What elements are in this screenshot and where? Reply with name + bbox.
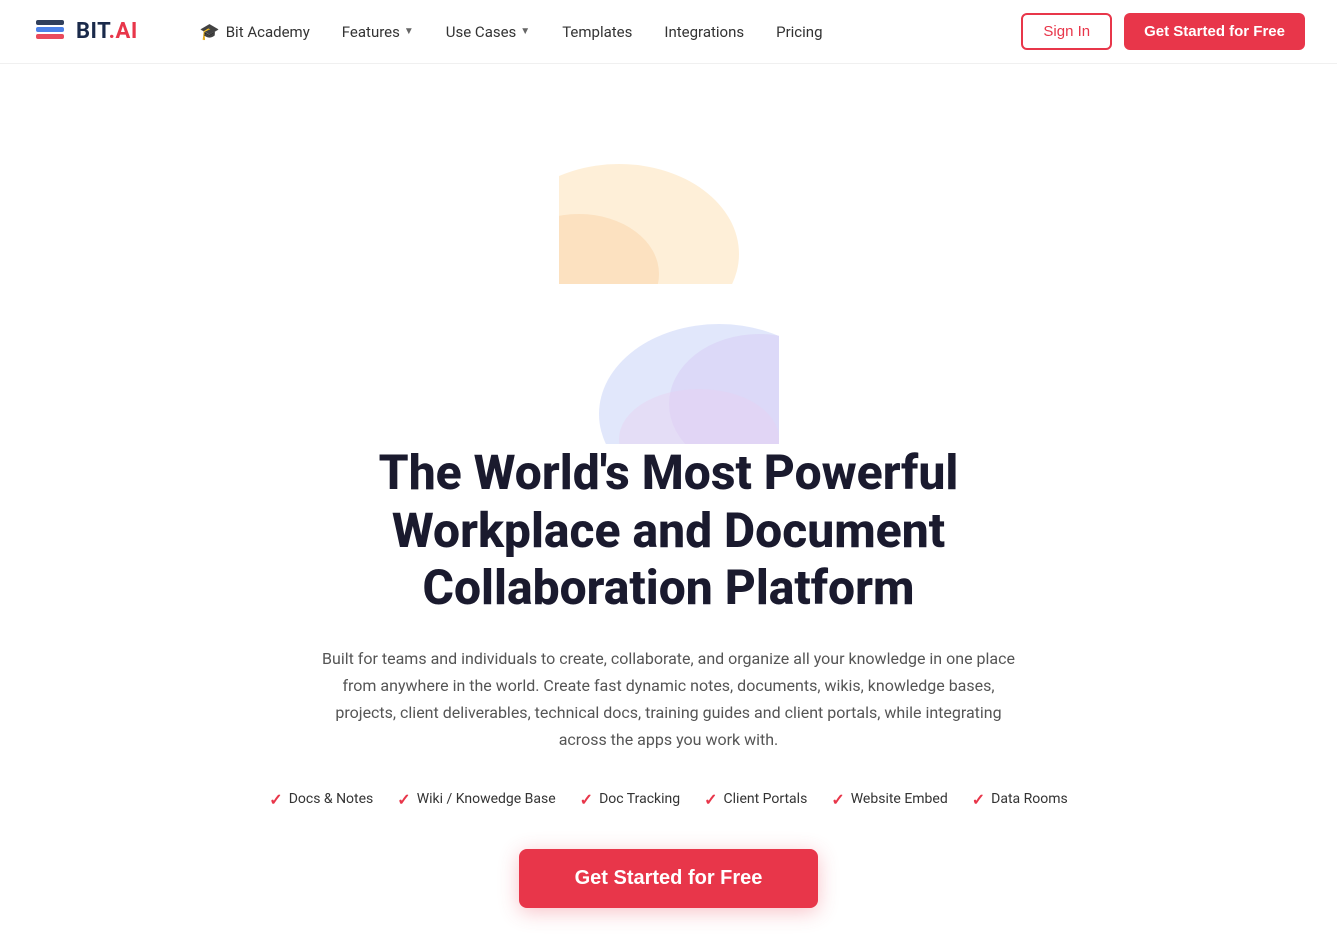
- hero-cta-button[interactable]: Get Started for Free: [519, 849, 819, 908]
- feature-check-item: ✓ Data Rooms: [972, 790, 1068, 809]
- nav-pricing[interactable]: Pricing: [762, 15, 836, 49]
- hero-section: The World's Most Powerful Workplace and …: [0, 64, 1337, 948]
- feature-check-item: ✓ Wiki / Knowedge Base: [397, 790, 555, 809]
- nav-links: 🎓 Bit Academy Features ▼ Use Cases ▼ Tem…: [186, 14, 1022, 49]
- hero-subtitle: Built for teams and individuals to creat…: [319, 645, 1019, 754]
- feature-check-label: Data Rooms: [991, 791, 1068, 807]
- nav-features[interactable]: Features ▼: [328, 15, 428, 49]
- logo-text: BIT.AI: [76, 19, 138, 44]
- nav-templates[interactable]: Templates: [548, 15, 646, 49]
- bg-decoration-left: [559, 124, 779, 284]
- checkmark-icon: ✓: [269, 790, 282, 809]
- nav-integrations[interactable]: Integrations: [650, 15, 758, 49]
- nav-actions: Sign In Get Started for Free: [1021, 13, 1305, 50]
- feature-check-item: ✓ Docs & Notes: [269, 790, 373, 809]
- feature-checks-list: ✓ Docs & Notes ✓ Wiki / Knowedge Base ✓ Doc T…: [269, 790, 1067, 809]
- checkmark-icon: ✓: [580, 790, 593, 809]
- checkmark-icon: ✓: [704, 790, 717, 809]
- signup-button[interactable]: Get Started for Free: [1124, 13, 1305, 50]
- nav-academy[interactable]: 🎓 Bit Academy: [186, 14, 324, 49]
- hero-title: The World's Most Powerful Workplace and …: [269, 444, 1069, 617]
- feature-check-item: ✓ Website Embed: [831, 790, 947, 809]
- checkmark-icon: ✓: [831, 790, 844, 809]
- feature-check-item: ✓ Client Portals: [704, 790, 807, 809]
- use-cases-chevron-icon: ▼: [520, 26, 530, 37]
- feature-check-label: Website Embed: [851, 791, 948, 807]
- features-chevron-icon: ▼: [404, 26, 414, 37]
- logo[interactable]: BIT.AI: [32, 14, 138, 50]
- feature-check-label: Wiki / Knowedge Base: [417, 791, 556, 807]
- checkmark-icon: ✓: [972, 790, 985, 809]
- navbar: BIT.AI 🎓 Bit Academy Features ▼ Use Case…: [0, 0, 1337, 64]
- checkmark-icon: ✓: [397, 790, 410, 809]
- feature-check-item: ✓ Doc Tracking: [580, 790, 680, 809]
- feature-check-label: Client Portals: [724, 791, 808, 807]
- feature-check-label: Doc Tracking: [599, 791, 680, 807]
- academy-icon: 🎓: [200, 22, 220, 41]
- nav-use-cases[interactable]: Use Cases ▼: [432, 15, 544, 49]
- bg-decoration-right: [559, 284, 779, 444]
- signin-button[interactable]: Sign In: [1021, 13, 1112, 50]
- feature-check-label: Docs & Notes: [289, 791, 374, 807]
